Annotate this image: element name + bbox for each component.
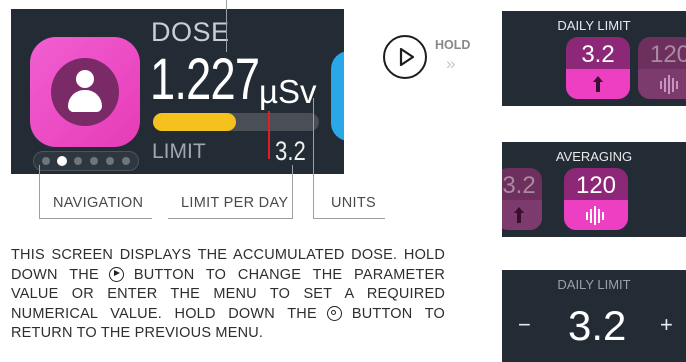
card-value: 3.2 [502, 172, 536, 199]
pager-dot [42, 157, 50, 165]
card-lower [638, 69, 686, 99]
limit-marker [268, 111, 270, 159]
navigation-pager[interactable] [33, 151, 139, 171]
callout-line-limit [292, 165, 293, 219]
arrow-up-icon [593, 76, 603, 92]
card-value: 120 [649, 41, 686, 68]
decrement-button[interactable]: − [518, 312, 531, 338]
callout-underline-units [313, 218, 385, 219]
limit-value: 3.2 [275, 136, 306, 166]
pager-dot [90, 157, 98, 165]
panel-title: DAILY LIMIT [557, 18, 631, 33]
callout-underline-navigation [39, 218, 152, 219]
dose-value: 1.227 [150, 47, 260, 112]
device-screen: DOSE 1.227 µSv LIMIT 3.2 [11, 9, 344, 174]
user-avatar-circle [51, 58, 119, 126]
waveform-icon [660, 75, 678, 94]
user-icon-head [76, 70, 94, 88]
dose-unit: µSv [259, 73, 317, 110]
next-app-icon[interactable] [331, 51, 344, 141]
callout-line-dose [226, 0, 227, 52]
callout-line-navigation [39, 165, 40, 219]
callout-limit-per-day: LIMIT PER DAY [181, 195, 289, 211]
panel-title: DAILY LIMIT [557, 277, 631, 292]
card-lower [502, 200, 542, 230]
callout-navigation: NAVIGATION [53, 195, 144, 211]
card-lower [566, 69, 630, 99]
user-app-icon[interactable] [30, 37, 140, 147]
pager-dot [122, 157, 130, 165]
double-chevron-icon: » [446, 54, 456, 73]
card-averaging-active[interactable]: 120 [564, 168, 628, 230]
card-value: 120 [575, 172, 617, 199]
pager-dot [106, 157, 114, 165]
panel-averaging: AVERAGING 3.2 120 [502, 142, 686, 237]
back-button-icon [326, 305, 342, 321]
limit-label: LIMIT [152, 140, 206, 163]
panel-title: AVERAGING [555, 149, 633, 164]
edit-value: 3.2 [568, 302, 627, 349]
play-button[interactable] [383, 35, 427, 79]
card-value: 3.2 [581, 41, 615, 68]
callout-units: UNITS [331, 195, 376, 211]
card-daily-limit-active[interactable]: 3.2 [566, 37, 630, 99]
card-averaging-next[interactable]: 120 [638, 37, 686, 99]
hold-label: HOLD [435, 38, 471, 52]
pager-dot [74, 157, 82, 165]
play-icon [399, 47, 415, 67]
dose-label: DOSE [151, 17, 230, 47]
panel-daily-limit: DAILY LIMIT 3.2 120 [502, 11, 686, 106]
panel-edit-daily-limit: DAILY LIMIT − 3.2 + [502, 270, 686, 362]
callout-line-units [313, 98, 314, 219]
card-daily-limit-prev[interactable]: 3.2 [502, 168, 542, 230]
play-button-icon [108, 266, 124, 282]
user-icon-body [68, 90, 102, 112]
increment-button[interactable]: + [660, 312, 673, 338]
card-lower [564, 200, 628, 230]
waveform-icon [586, 206, 604, 225]
dose-progress-fill [153, 113, 236, 131]
arrow-up-icon [514, 207, 524, 223]
description-text: THIS SCREEN DISPLAYS THE ACCUMULATED DOS… [11, 246, 445, 344]
callout-underline-limit [168, 218, 293, 219]
pager-dot [57, 156, 67, 166]
